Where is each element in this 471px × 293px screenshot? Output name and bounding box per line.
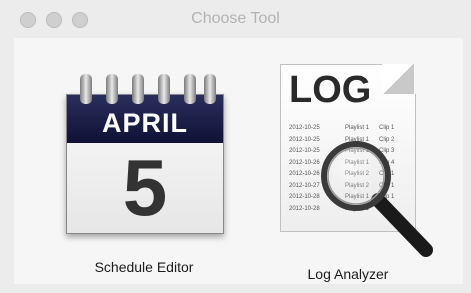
- schedule-editor-option[interactable]: APRIL 5 Schedule Editor: [54, 56, 234, 284]
- tool-chooser: APRIL 5 Schedule Editor LOG 2012-10-25 Pl…: [14, 38, 463, 284]
- calendar-page: APRIL 5: [66, 94, 224, 234]
- log-cell-date: 2012-10-25: [289, 125, 320, 131]
- choose-tool-window: Choose Tool APRIL 5 Schedule Editor LOG …: [0, 0, 471, 293]
- binder-ring: [204, 74, 216, 104]
- binder-ring: [132, 74, 144, 104]
- log-row: 2012-10-25 Playlist 1 Clip 1: [289, 123, 405, 135]
- calendar-day: 5: [122, 143, 168, 232]
- calendar-month: APRIL: [102, 108, 188, 138]
- schedule-editor-label: Schedule Editor: [94, 259, 194, 275]
- binder-ring: [106, 74, 118, 104]
- page-fold: [382, 64, 414, 94]
- binder-ring: [184, 74, 196, 104]
- title-bar[interactable]: Choose Tool: [0, 0, 471, 38]
- calendar-icon: APRIL 5: [66, 74, 224, 234]
- binder-ring: [158, 74, 170, 104]
- window-title: Choose Tool: [191, 10, 280, 27]
- log-cell-clip: Clip 1: [379, 125, 395, 131]
- log-analyzer-option[interactable]: LOG 2012-10-25 Playlist 1 Clip 1 2012-10-25…: [258, 56, 438, 284]
- log-doc-title: LOG: [289, 69, 372, 111]
- log-analyzer-label: Log Analyzer: [307, 266, 389, 282]
- log-cell-playlist: Playlist 1: [345, 125, 370, 131]
- binder-ring: [80, 74, 92, 104]
- magnifier-icon: [321, 141, 433, 257]
